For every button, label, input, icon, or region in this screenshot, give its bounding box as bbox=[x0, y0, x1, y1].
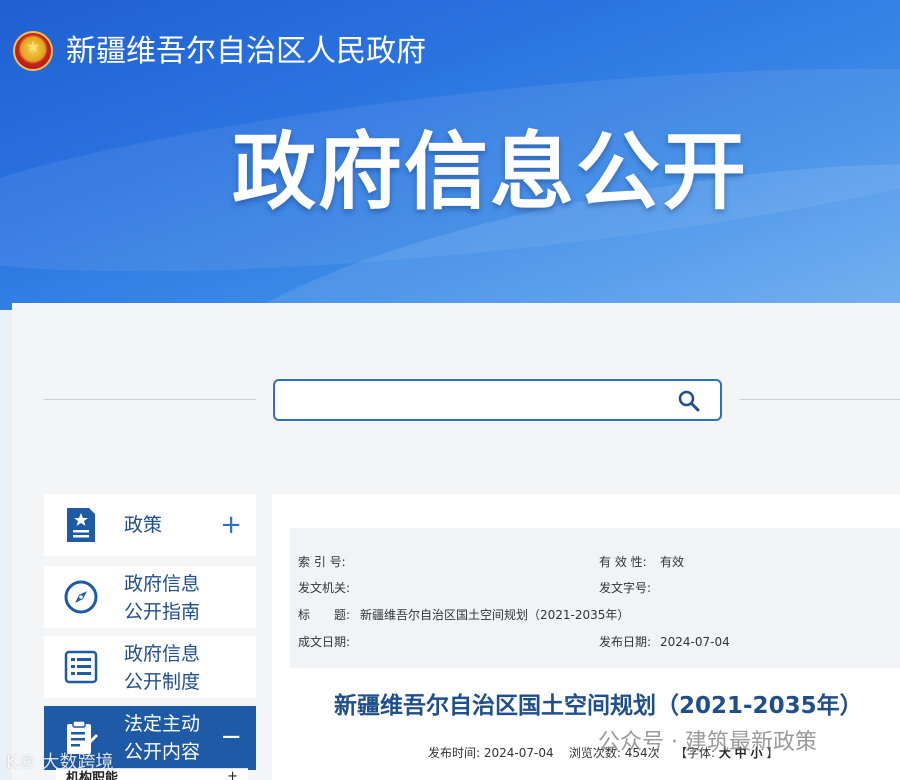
sidebar-item-label: 公开内容 bbox=[124, 741, 201, 763]
compass-icon bbox=[62, 578, 100, 616]
national-emblem-icon[interactable] bbox=[13, 31, 53, 71]
wechat-watermark: 公众号 · 建筑最新政策 bbox=[598, 730, 817, 755]
sidebar-item-policy[interactable]: 政策 + bbox=[44, 494, 256, 556]
index-number-label: 索 引 号: bbox=[298, 555, 346, 569]
search-box bbox=[273, 379, 722, 421]
publish-date-value: 2024-07-04 bbox=[660, 635, 730, 649]
sidebar-item-label: 政策 bbox=[124, 514, 163, 536]
list-document-icon bbox=[62, 648, 100, 686]
expand-plus-icon[interactable]: + bbox=[227, 770, 238, 780]
policy-document-icon bbox=[62, 506, 100, 544]
sidebar-item-label: 政府信息 bbox=[124, 573, 201, 595]
title-value: 新疆维吾尔自治区国土空间规划（2021-2035年） bbox=[360, 608, 630, 622]
publish-time-label: 发布时间: bbox=[428, 746, 481, 760]
government-name[interactable]: 新疆维吾尔自治区人民政府 bbox=[66, 34, 426, 70]
sidebar-item-label: 政府信息 bbox=[124, 643, 201, 665]
validity-label: 有 效 性: bbox=[599, 555, 647, 569]
sidebar-item-disclosure-system[interactable]: 政府信息 公开制度 bbox=[44, 636, 256, 698]
watermark-logo: K℗ 大数跨境 bbox=[6, 752, 114, 773]
document-metadata-table: 索 引 号: 有 效 性: 有效 发文机关: 发文字号: 标 题: 新疆维吾尔自… bbox=[290, 528, 900, 668]
search-divider-left bbox=[44, 399, 256, 400]
issuing-authority-label: 发文机关: bbox=[298, 581, 351, 595]
collapse-minus-icon[interactable]: − bbox=[220, 724, 242, 750]
search-icon[interactable] bbox=[677, 389, 701, 413]
expand-plus-icon[interactable]: + bbox=[220, 512, 242, 538]
sidebar-item-label: 公开指南 bbox=[124, 601, 201, 623]
validity-value: 有效 bbox=[660, 555, 685, 569]
sidebar-item-label: 公开制度 bbox=[124, 671, 201, 693]
publish-date-label: 发布日期: bbox=[599, 635, 652, 649]
sidebar-item-disclosure-guide[interactable]: 政府信息 公开指南 bbox=[44, 566, 256, 628]
document-title: 新疆维吾尔自治区国土空间规划（2021-2035年） bbox=[334, 693, 863, 719]
search-input[interactable] bbox=[285, 387, 665, 413]
publish-time-value: 2024-07-04 bbox=[483, 746, 554, 760]
search-divider-right bbox=[740, 399, 900, 400]
header-banner: 新疆维吾尔自治区人民政府 政府信息公开 bbox=[0, 0, 900, 310]
page-title: 政府信息公开 bbox=[232, 123, 749, 221]
title-label: 标 题: bbox=[298, 608, 351, 622]
document-number-label: 发文字号: bbox=[599, 581, 652, 595]
written-date-label: 成文日期: bbox=[298, 635, 351, 649]
sidebar-item-label: 法定主动 bbox=[124, 713, 201, 735]
